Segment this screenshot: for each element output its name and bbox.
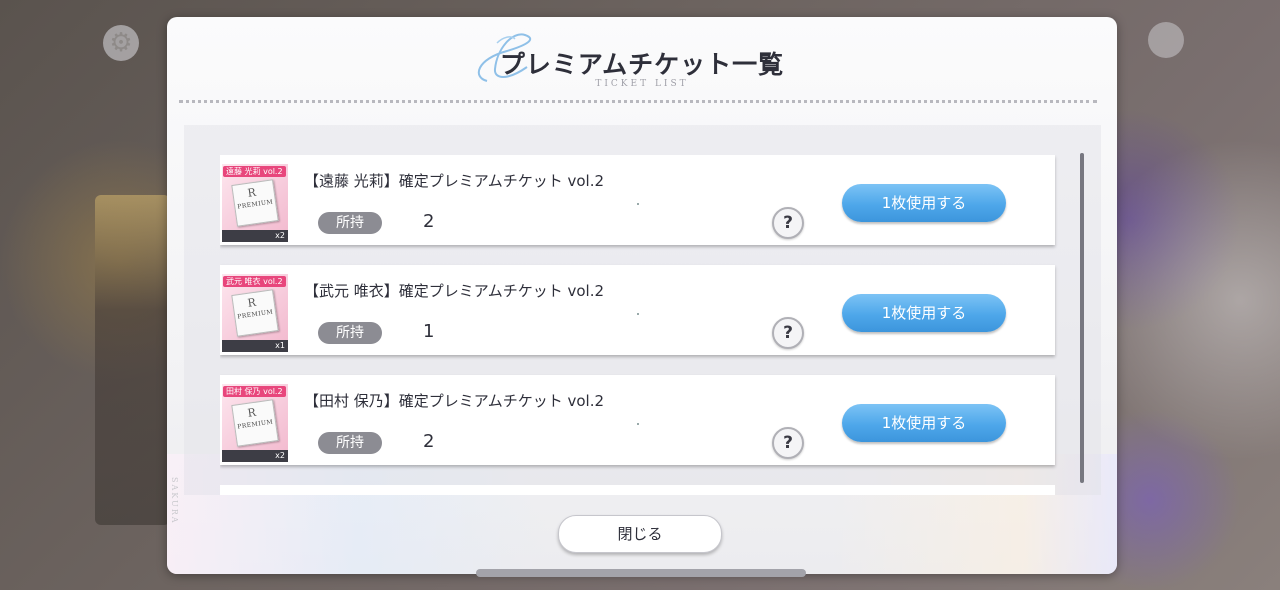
- owned-badge: 所持: [318, 322, 382, 344]
- close-button[interactable]: 閉じる: [558, 515, 722, 553]
- ticket-card-image: R PREMIUM: [231, 179, 279, 227]
- row-dot: [637, 423, 639, 425]
- ticket-rank-label: R: [246, 295, 257, 310]
- use-one-ticket-button[interactable]: 1枚使用する: [842, 404, 1006, 442]
- use-one-ticket-button[interactable]: 1枚使用する: [842, 184, 1006, 222]
- owned-count: 1: [423, 321, 435, 342]
- ticket-premium-label: PREMIUM: [236, 198, 274, 211]
- ticket-row-partial: [220, 485, 1055, 495]
- ticket-row: 武元 唯衣 vol.2 R PREMIUM x1 【武元 唯衣】確定プレミアムチ…: [220, 265, 1055, 355]
- use-one-ticket-button[interactable]: 1枚使用する: [842, 294, 1006, 332]
- owned-badge: 所持: [318, 212, 382, 234]
- ticket-title: 【田村 保乃】確定プレミアムチケット vol.2: [304, 392, 605, 410]
- owned-count: 2: [423, 431, 435, 452]
- ticket-card-image: R PREMIUM: [231, 289, 279, 337]
- ticket-card-image: R PREMIUM: [231, 399, 279, 447]
- ticket-thumbnail: 田村 保乃 vol.2 R PREMIUM x2: [222, 384, 288, 462]
- ticket-rank-label: R: [246, 185, 257, 200]
- ticket-title: 【武元 唯衣】確定プレミアムチケット vol.2: [304, 282, 605, 300]
- ticket-row: 田村 保乃 vol.2 R PREMIUM x2 【田村 保乃】確定プレミアムチ…: [220, 375, 1055, 465]
- ticket-list[interactable]: 遠藤 光莉 vol.2 R PREMIUM x2 【遠藤 光莉】確定プレミアムチ…: [220, 155, 1065, 495]
- ticket-title: 【遠藤 光莉】確定プレミアムチケット vol.2: [304, 172, 605, 190]
- ticket-member-tag: 田村 保乃 vol.2: [223, 386, 286, 397]
- dialog-title: プレミアムチケット一覧: [499, 50, 785, 79]
- ticket-member-tag: 遠藤 光莉 vol.2: [223, 166, 286, 177]
- ticket-member-tag: 武元 唯衣 vol.2: [223, 276, 286, 287]
- background-round-button: [1148, 22, 1184, 58]
- gear-icon: ⚙: [103, 25, 139, 61]
- row-dot: [637, 313, 639, 315]
- dialog-subtitle: TICKET LIST: [595, 79, 689, 89]
- title-divider: [179, 100, 1097, 103]
- owned-badge: 所持: [318, 432, 382, 454]
- help-button[interactable]: ?: [772, 317, 804, 349]
- help-button[interactable]: ?: [772, 207, 804, 239]
- ticket-thumbnail: 遠藤 光莉 vol.2 R PREMIUM x2: [222, 164, 288, 242]
- ticket-premium-label: PREMIUM: [236, 418, 274, 431]
- ticket-row: 遠藤 光莉 vol.2 R PREMIUM x2 【遠藤 光莉】確定プレミアムチ…: [220, 155, 1055, 245]
- ticket-rank-label: R: [246, 405, 257, 420]
- help-button[interactable]: ?: [772, 427, 804, 459]
- background-card-column: [95, 195, 170, 525]
- ticket-premium-label: PREMIUM: [236, 308, 274, 321]
- ticket-thumbnail: 武元 唯衣 vol.2 R PREMIUM x1: [222, 274, 288, 352]
- list-scrollbar-thumb[interactable]: [1080, 153, 1084, 483]
- ticket-thumb-count: x2: [222, 450, 288, 462]
- bottom-handle-bar: [476, 569, 806, 577]
- row-dot: [637, 203, 639, 205]
- owned-count: 2: [423, 211, 435, 232]
- ticket-thumb-count: x1: [222, 340, 288, 352]
- side-watermark-text: SAKURA: [170, 477, 179, 525]
- ticket-thumb-count: x2: [222, 230, 288, 242]
